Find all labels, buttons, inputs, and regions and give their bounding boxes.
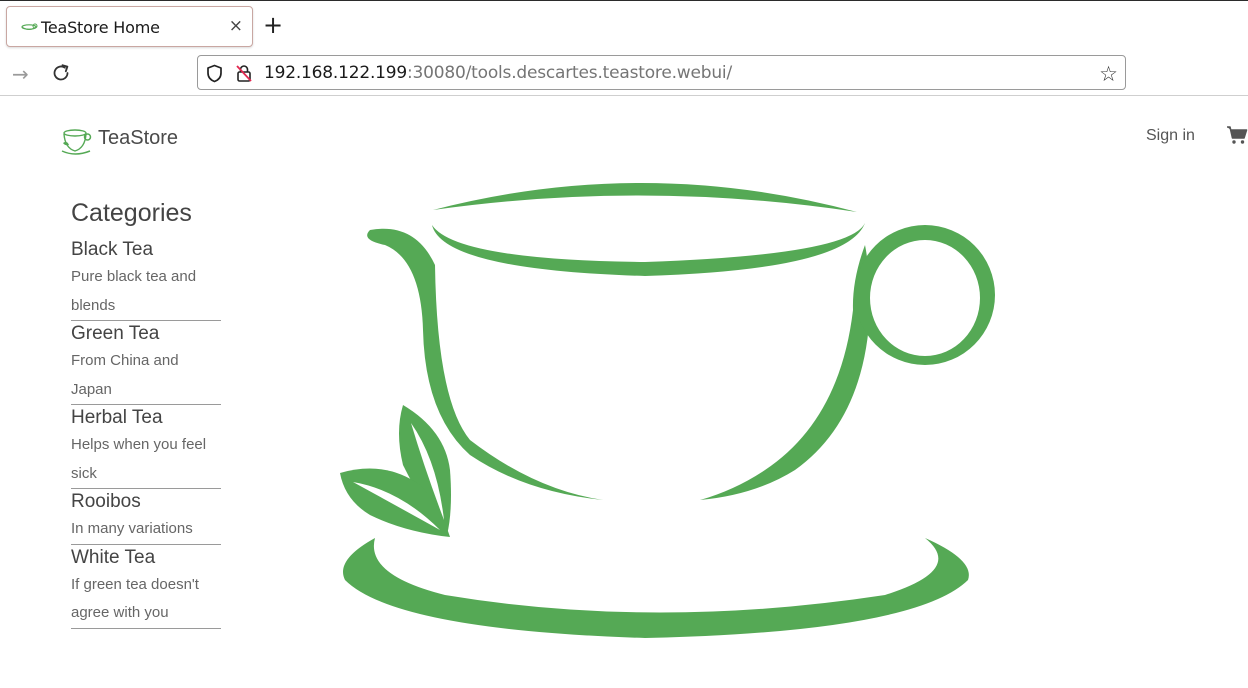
category-link[interactable]: Herbal Tea <box>71 406 221 430</box>
shield-icon[interactable] <box>206 64 223 83</box>
forward-arrow-icon[interactable]: → <box>12 62 29 86</box>
category-description: Helps when you feel sick <box>71 436 207 482</box>
url-path: :30080/tools.descartes.teastore.webui/ <box>407 63 732 83</box>
reload-icon[interactable] <box>50 62 72 84</box>
category-item-rooibos: Rooibos In many variations <box>71 490 221 545</box>
category-item-white-tea: White Tea If green tea doesn't agree wit… <box>71 546 221 629</box>
category-description: In many variations <box>71 520 193 537</box>
category-link[interactable]: White Tea <box>71 546 221 570</box>
category-description: Pure black tea and blends <box>71 268 197 314</box>
insecure-lock-icon[interactable] <box>234 63 254 83</box>
cup-right-wall <box>700 245 870 500</box>
url-host: 192.168.122.199 <box>264 63 408 83</box>
teastore-favicon-icon <box>21 23 38 30</box>
bookmark-star-icon[interactable]: ☆ <box>1099 62 1118 86</box>
tab-title: TeaStore Home <box>41 18 160 37</box>
categories-heading: Categories <box>71 199 192 227</box>
cup-rim-bottom <box>432 223 865 276</box>
tab-close-icon[interactable]: × <box>229 16 243 36</box>
browser-nav-bar: → 192.168.122.199:30080/tools.descartes.… <box>0 50 1248 96</box>
new-tab-button[interactable]: + <box>263 13 283 37</box>
teastore-logo-icon[interactable] <box>60 124 92 156</box>
category-link[interactable]: Green Tea <box>71 322 221 346</box>
browser-tab-bar: TeaStore Home × + <box>0 0 1248 50</box>
address-bar[interactable]: 192.168.122.199:30080/tools.descartes.te… <box>197 55 1126 90</box>
saucer <box>343 538 969 638</box>
url-text[interactable]: 192.168.122.199:30080/tools.descartes.te… <box>264 63 732 83</box>
category-description: If green tea doesn't agree with you <box>71 575 199 622</box>
category-item-black-tea: Black Tea Pure black tea and blends <box>71 238 221 321</box>
sign-in-link[interactable]: Sign in <box>1146 127 1195 145</box>
categories-sidebar: Categories Black Tea Pure black tea and … <box>71 198 221 629</box>
category-link[interactable]: Black Tea <box>71 238 221 262</box>
category-description: From China and Japan <box>71 352 179 398</box>
brand-name[interactable]: TeaStore <box>98 127 178 150</box>
browser-tab[interactable]: TeaStore Home × <box>6 6 253 47</box>
category-item-herbal-tea: Herbal Tea Helps when you feel sick <box>71 406 221 489</box>
cup-handle <box>855 225 995 365</box>
cup-rim-top <box>433 182 857 212</box>
shopping-cart-icon[interactable] <box>1226 125 1248 145</box>
teacup-hero-image <box>340 182 995 638</box>
category-item-green-tea: Green Tea From China and Japan <box>71 322 221 405</box>
category-link[interactable]: Rooibos <box>71 490 221 514</box>
